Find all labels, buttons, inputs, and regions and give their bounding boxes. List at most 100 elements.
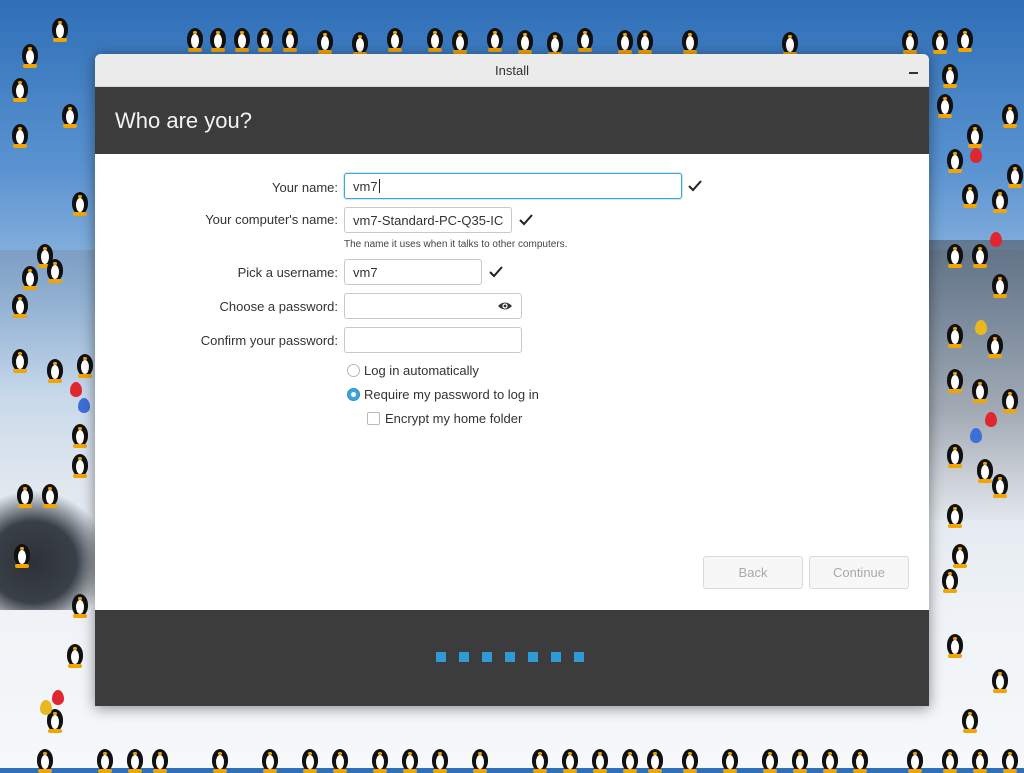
penguin-decoration <box>940 565 960 593</box>
penguin-decoration <box>40 480 60 508</box>
penguin-decoration <box>232 24 252 52</box>
penguin-decoration <box>850 745 870 773</box>
penguin-decoration <box>10 290 30 318</box>
penguin-decoration <box>900 26 920 54</box>
penguin-decoration <box>515 26 535 54</box>
username-value: vm7 <box>353 264 378 280</box>
user-form: Your name: vm7 Your computer's name: vm7… <box>95 154 929 610</box>
penguin-decoration <box>60 100 80 128</box>
penguin-decoration <box>560 745 580 773</box>
minimize-icon <box>908 72 918 74</box>
balloon-decoration <box>970 428 982 443</box>
require-password-option[interactable]: Require my password to log in <box>347 387 539 402</box>
page-header: Who are you? <box>95 87 929 154</box>
username-valid-checkmark-icon <box>489 266 503 278</box>
page-title: Who are you? <box>115 107 252 133</box>
login-automatically-radio[interactable] <box>347 364 360 377</box>
penguin-decoration <box>95 745 115 773</box>
password-input[interactable] <box>344 293 522 319</box>
progress-dot <box>528 652 538 662</box>
progress-dot <box>436 652 446 662</box>
encrypt-home-label: Encrypt my home folder <box>385 411 523 426</box>
penguin-decoration <box>780 28 800 56</box>
penguin-decoration <box>760 745 780 773</box>
penguin-decoration <box>945 145 965 173</box>
name-input[interactable]: vm7 <box>344 173 682 199</box>
progress-dot <box>551 652 561 662</box>
penguin-decoration <box>70 420 90 448</box>
penguin-decoration <box>10 120 30 148</box>
confirm-password-label: Confirm your password: <box>200 333 338 348</box>
penguin-decoration <box>430 745 450 773</box>
penguin-decoration <box>590 745 610 773</box>
penguin-decoration <box>970 745 990 773</box>
penguin-decoration <box>45 255 65 283</box>
progress-dot <box>505 652 515 662</box>
eye-icon[interactable] <box>497 300 513 312</box>
penguin-decoration <box>150 745 170 773</box>
username-label: Pick a username: <box>237 265 338 280</box>
penguin-decoration <box>10 345 30 373</box>
penguin-decoration <box>260 745 280 773</box>
installer-window: Install Who are you? Your name: vm7 Your… <box>95 54 929 706</box>
penguin-decoration <box>945 630 965 658</box>
penguin-decoration <box>620 745 640 773</box>
penguin-decoration <box>1000 100 1020 128</box>
penguin-decoration <box>950 540 970 568</box>
login-automatically-option[interactable]: Log in automatically <box>347 363 479 378</box>
penguin-decoration <box>945 500 965 528</box>
penguin-decoration <box>470 745 490 773</box>
penguin-decoration <box>955 24 975 52</box>
penguin-decoration <box>680 745 700 773</box>
penguin-decoration <box>315 26 335 54</box>
penguin-decoration <box>15 480 35 508</box>
penguin-decoration <box>330 745 350 773</box>
back-button[interactable]: Back <box>703 556 803 589</box>
encrypt-home-checkbox[interactable] <box>367 412 380 425</box>
continue-button[interactable]: Continue <box>809 556 909 589</box>
penguin-decoration <box>50 14 70 42</box>
penguin-decoration <box>385 24 405 52</box>
penguin-decoration <box>10 74 30 102</box>
penguin-decoration <box>820 745 840 773</box>
penguin-decoration <box>70 590 90 618</box>
encrypt-home-option[interactable]: Encrypt my home folder <box>367 411 522 426</box>
text-caret <box>378 179 380 193</box>
penguin-decoration <box>1000 745 1020 773</box>
confirm-password-input[interactable] <box>344 327 522 353</box>
minimize-button[interactable] <box>905 62 921 78</box>
penguin-decoration <box>125 745 145 773</box>
title-bar: Install <box>95 54 929 87</box>
penguin-decoration <box>970 375 990 403</box>
require-password-radio[interactable] <box>347 388 360 401</box>
penguin-decoration <box>965 120 985 148</box>
penguin-decoration <box>645 745 665 773</box>
penguin-decoration <box>990 470 1010 498</box>
penguin-decoration <box>450 26 470 54</box>
window-title: Install <box>495 62 529 78</box>
penguin-decoration <box>970 240 990 268</box>
balloon-decoration <box>70 382 82 397</box>
penguin-decoration <box>70 450 90 478</box>
computer-name-input[interactable]: vm7-Standard-PC-Q35-IC <box>344 207 512 233</box>
name-valid-checkmark-icon <box>688 180 702 192</box>
computer-name-value: vm7-Standard-PC-Q35-IC <box>353 212 504 228</box>
password-label: Choose a password: <box>219 299 338 314</box>
progress-dot <box>574 652 584 662</box>
penguin-decoration <box>935 90 955 118</box>
balloon-decoration <box>990 232 1002 247</box>
require-password-label: Require my password to log in <box>364 387 539 402</box>
penguin-decoration <box>65 640 85 668</box>
name-value: vm7 <box>353 178 378 194</box>
computer-name-valid-checkmark-icon <box>519 214 533 226</box>
penguin-decoration <box>20 262 40 290</box>
penguin-decoration <box>930 26 950 54</box>
penguin-decoration <box>945 440 965 468</box>
penguin-decoration <box>945 240 965 268</box>
username-input[interactable]: vm7 <box>344 259 482 285</box>
login-automatically-label: Log in automatically <box>364 363 479 378</box>
penguin-decoration <box>45 355 65 383</box>
penguin-decoration <box>990 185 1010 213</box>
penguin-decoration <box>370 745 390 773</box>
penguin-decoration <box>208 24 228 52</box>
